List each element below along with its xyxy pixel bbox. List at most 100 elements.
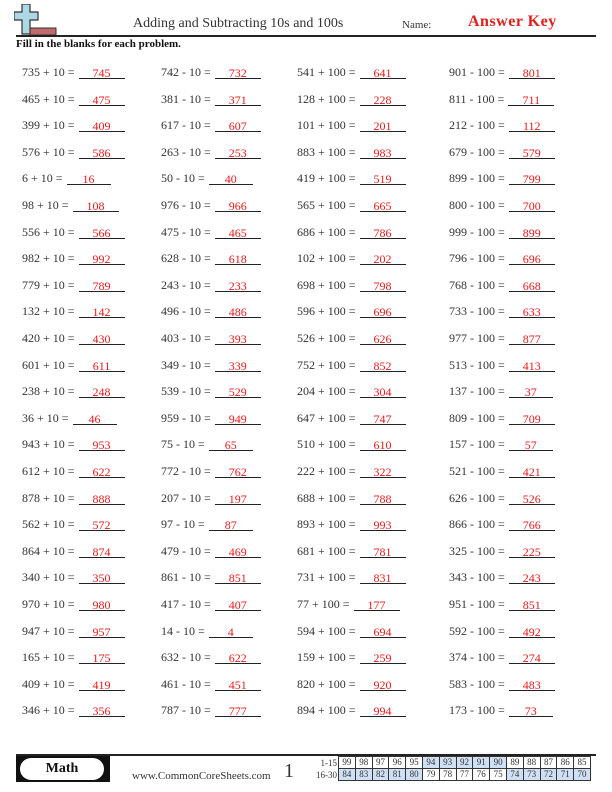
- answer-blank[interactable]: 992: [78, 251, 125, 266]
- answer-blank[interactable]: 243: [508, 570, 555, 585]
- answer-blank[interactable]: 966: [214, 198, 261, 213]
- answer-blank[interactable]: 197: [214, 491, 261, 506]
- answer-blank[interactable]: 920: [359, 677, 406, 692]
- answer-blank[interactable]: 259: [359, 650, 406, 665]
- answer-blank[interactable]: 469: [214, 544, 261, 559]
- answer-blank[interactable]: 322: [359, 464, 406, 479]
- answer-blank[interactable]: 201: [359, 118, 406, 133]
- answer-blank[interactable]: 350: [78, 570, 125, 585]
- answer-blank[interactable]: 732: [214, 65, 261, 80]
- answer-blank[interactable]: 529: [214, 384, 261, 399]
- answer-blank[interactable]: 16: [66, 171, 111, 186]
- answer-blank[interactable]: 622: [78, 464, 125, 479]
- answer-blank[interactable]: 225: [508, 544, 555, 559]
- answer-blank[interactable]: 228: [359, 92, 406, 107]
- answer-blank[interactable]: 957: [78, 624, 125, 639]
- answer-blank[interactable]: 694: [359, 624, 406, 639]
- answer-blank[interactable]: 526: [508, 491, 555, 506]
- answer-blank[interactable]: 781: [359, 544, 406, 559]
- answer-blank[interactable]: 175: [78, 650, 125, 665]
- answer-blank[interactable]: 413: [508, 358, 555, 373]
- answer-blank[interactable]: 566: [78, 225, 125, 240]
- answer-blank[interactable]: 777: [214, 703, 261, 718]
- answer-blank[interactable]: 994: [359, 703, 406, 718]
- answer-blank[interactable]: 430: [78, 331, 125, 346]
- answer-blank[interactable]: 877: [508, 331, 555, 346]
- answer-blank[interactable]: 65: [208, 437, 253, 452]
- answer-blank[interactable]: 799: [508, 171, 555, 186]
- answer-blank[interactable]: 899: [508, 225, 555, 240]
- answer-blank[interactable]: 393: [214, 331, 261, 346]
- answer-blank[interactable]: 980: [78, 597, 125, 612]
- answer-blank[interactable]: 253: [214, 145, 261, 160]
- answer-blank[interactable]: 766: [508, 517, 555, 532]
- answer-blank[interactable]: 711: [508, 92, 555, 107]
- answer-blank[interactable]: 112: [508, 118, 555, 133]
- answer-blank[interactable]: 407: [214, 597, 261, 612]
- answer-blank[interactable]: 786: [359, 225, 406, 240]
- answer-blank[interactable]: 486: [214, 304, 261, 319]
- answer-blank[interactable]: 409: [78, 118, 125, 133]
- answer-blank[interactable]: 87: [208, 517, 253, 532]
- answer-blank[interactable]: 304: [359, 384, 406, 399]
- answer-blank[interactable]: 851: [214, 570, 261, 585]
- answer-blank[interactable]: 40: [208, 171, 253, 186]
- answer-blank[interactable]: 572: [78, 517, 125, 532]
- answer-blank[interactable]: 4: [208, 624, 253, 639]
- answer-blank[interactable]: 339: [214, 358, 261, 373]
- answer-blank[interactable]: 46: [72, 411, 117, 426]
- answer-blank[interactable]: 610: [359, 437, 406, 452]
- answer-blank[interactable]: 747: [359, 411, 406, 426]
- answer-blank[interactable]: 202: [359, 251, 406, 266]
- answer-blank[interactable]: 665: [359, 198, 406, 213]
- answer-blank[interactable]: 177: [353, 597, 400, 612]
- answer-blank[interactable]: 874: [78, 544, 125, 559]
- answer-blank[interactable]: 641: [359, 65, 406, 80]
- answer-blank[interactable]: 798: [359, 278, 406, 293]
- answer-blank[interactable]: 37: [508, 384, 553, 399]
- answer-blank[interactable]: 142: [78, 304, 125, 319]
- answer-blank[interactable]: 851: [508, 597, 555, 612]
- answer-blank[interactable]: 852: [359, 358, 406, 373]
- answer-blank[interactable]: 888: [78, 491, 125, 506]
- answer-blank[interactable]: 993: [359, 517, 406, 532]
- answer-blank[interactable]: 421: [508, 464, 555, 479]
- answer-blank[interactable]: 983: [359, 145, 406, 160]
- answer-blank[interactable]: 700: [508, 198, 555, 213]
- answer-blank[interactable]: 519: [359, 171, 406, 186]
- answer-blank[interactable]: 419: [78, 677, 125, 692]
- answer-blank[interactable]: 274: [508, 650, 555, 665]
- answer-blank[interactable]: 475: [78, 92, 125, 107]
- answer-blank[interactable]: 586: [78, 145, 125, 160]
- answer-blank[interactable]: 492: [508, 624, 555, 639]
- answer-blank[interactable]: 465: [214, 225, 261, 240]
- answer-blank[interactable]: 633: [508, 304, 555, 319]
- answer-blank[interactable]: 709: [508, 411, 555, 426]
- answer-blank[interactable]: 607: [214, 118, 261, 133]
- answer-blank[interactable]: 788: [359, 491, 406, 506]
- answer-blank[interactable]: 626: [359, 331, 406, 346]
- answer-blank[interactable]: 248: [78, 384, 125, 399]
- answer-blank[interactable]: 831: [359, 570, 406, 585]
- answer-blank[interactable]: 233: [214, 278, 261, 293]
- answer-blank[interactable]: 73: [508, 703, 553, 718]
- answer-blank[interactable]: 579: [508, 145, 555, 160]
- answer-blank[interactable]: 483: [508, 677, 555, 692]
- answer-blank[interactable]: 696: [508, 251, 555, 266]
- answer-blank[interactable]: 371: [214, 92, 261, 107]
- answer-blank[interactable]: 953: [78, 437, 125, 452]
- answer-blank[interactable]: 451: [214, 677, 261, 692]
- answer-blank[interactable]: 949: [214, 411, 261, 426]
- answer-blank[interactable]: 801: [508, 65, 555, 80]
- answer-blank[interactable]: 745: [78, 65, 125, 80]
- answer-blank[interactable]: 762: [214, 464, 261, 479]
- answer-blank[interactable]: 668: [508, 278, 555, 293]
- answer-blank[interactable]: 57: [508, 437, 553, 452]
- answer-blank[interactable]: 789: [78, 278, 125, 293]
- answer-blank[interactable]: 696: [359, 304, 406, 319]
- answer-blank[interactable]: 611: [78, 358, 125, 373]
- answer-blank[interactable]: 618: [214, 251, 261, 266]
- answer-blank[interactable]: 356: [78, 703, 125, 718]
- answer-blank[interactable]: 108: [72, 198, 119, 213]
- answer-blank[interactable]: 622: [214, 650, 261, 665]
